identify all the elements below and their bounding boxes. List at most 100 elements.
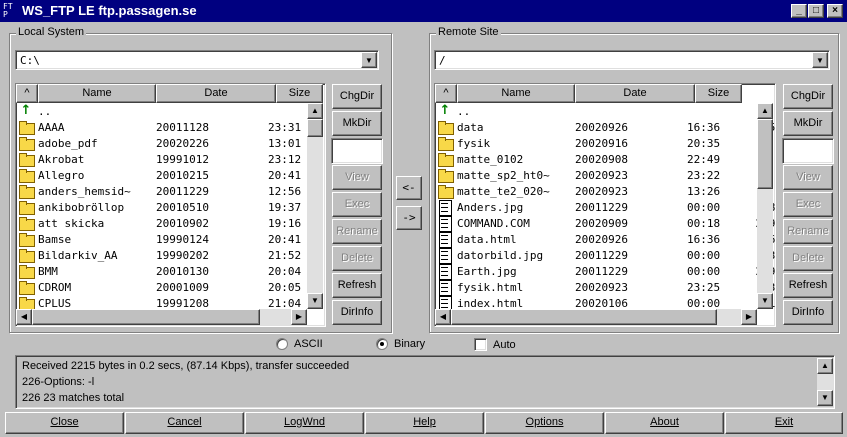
file-time: 20:35 [687,136,721,150]
exit-button[interactable]: Exit [725,412,843,434]
sort-indicator-icon[interactable]: ^ [435,84,457,103]
list-item[interactable]: att skicka 20010902 19:16 [18,215,325,231]
list-item[interactable]: ↑.. [18,103,325,119]
auto-checkbox-box[interactable] [474,338,487,351]
list-item[interactable]: matte_te2_020~ 20020923 13:26 [437,183,775,199]
list-item[interactable]: AAAA 20011128 23:31 [18,119,325,135]
local-dirinfo-button[interactable]: DirInfo [332,300,382,325]
scroll-up-icon[interactable]: ▲ [757,103,773,119]
local-view-button[interactable]: View [332,165,382,190]
close-button-label: Close [50,416,79,428]
remote-delete-button[interactable]: Delete [783,246,833,271]
local-col-size[interactable]: Size [276,84,323,103]
list-item[interactable]: fysik 20020916 20:35 [437,135,775,151]
remote-vscroll-thumb[interactable] [757,119,773,189]
list-item[interactable]: COMMAND.COM2002090900:182099 [437,215,775,232]
transfer-to-remote-button[interactable]: -> [396,206,422,230]
remote-rows: ↑..data2002092616:3651fysik2002091620:35… [437,103,775,312]
local-path-combo[interactable]: C:\ ▼ [15,50,379,70]
remote-col-date[interactable]: Date [575,84,695,103]
list-item[interactable]: CDROM 20001009 20:05 [18,279,325,295]
ascii-radio-circle[interactable] [276,338,288,350]
list-item[interactable]: datorbild.jpg2001122900:00137 [437,247,775,264]
local-filter-input[interactable] [331,138,383,164]
binary-radio[interactable]: Binary [376,338,425,350]
list-item[interactable]: data2002092616:3651 [437,119,775,135]
remote-dirinfo-button[interactable]: DirInfo [783,300,833,325]
list-item[interactable]: matte_sp2_ht0~ 20020923 23:22 [437,167,775,183]
ftp-app-icon[interactable]: FT P [3,3,19,19]
remote-hscroll-thumb[interactable] [451,309,717,325]
minimize-button[interactable]: _ [791,4,807,18]
list-item[interactable]: data.html2002092616:36662 [437,231,775,248]
close-window-button[interactable]: × [827,4,843,18]
sort-indicator-icon[interactable]: ^ [16,84,38,103]
list-item[interactable]: matte_0102 20020908 22:49 [437,151,775,167]
local-mkdir-button[interactable]: MkDir [332,111,382,136]
local-exec-button[interactable]: Exec [332,192,382,217]
list-item[interactable]: ankibobröllop 20010510 19:37 [18,199,325,215]
local-hscroll-thumb[interactable] [32,309,260,325]
scroll-down-icon[interactable]: ▼ [817,390,833,406]
remote-exec-button[interactable]: Exec [783,192,833,217]
remote-vscroll[interactable]: ▲ ▼ [757,103,773,309]
list-item[interactable]: BMM 20010130 20:04 [18,263,325,279]
remote-col-size[interactable]: Size [695,84,742,103]
about-button[interactable]: About [605,412,724,434]
scroll-up-icon[interactable]: ▲ [307,103,323,119]
local-delete-button[interactable]: Delete [332,246,382,271]
scroll-left-icon[interactable]: ◀ [435,309,451,325]
remote-mkdir-button[interactable]: MkDir [783,111,833,136]
list-item[interactable]: Bildarkiv_AA 19990202 21:52 [18,247,325,263]
local-vscroll[interactable]: ▲ ▼ [307,103,323,309]
maximize-button[interactable]: □ [808,4,824,18]
scroll-right-icon[interactable]: ▶ [741,309,757,325]
local-rename-button[interactable]: Rename [332,219,382,244]
list-item[interactable]: Earth.jpg2001122900:002698 [437,263,775,280]
file-name: fysik.html [457,280,524,294]
options-button[interactable]: Options [485,412,604,434]
list-item[interactable]: ↑.. [437,103,775,119]
local-chgdir-button[interactable]: ChgDir [332,84,382,109]
list-item[interactable]: Bamse 19990124 20:41 [18,231,325,247]
list-item[interactable]: Akrobat 19991012 23:12 [18,151,325,167]
scroll-down-icon[interactable]: ▼ [757,293,773,309]
remote-chgdir-button[interactable]: ChgDir [783,84,833,109]
help-button[interactable]: Help [365,412,484,434]
remote-filter-input[interactable] [782,138,834,164]
list-item[interactable]: Anders.jpg2001122900:00287 [437,199,775,216]
remote-col-name[interactable]: Name [457,84,575,103]
binary-radio-circle[interactable] [376,338,388,350]
list-item[interactable]: anders_hemsid~ 20011229 12:56 [18,183,325,199]
remote-hscroll[interactable]: ◀ ▶ [435,309,757,325]
scroll-down-icon[interactable]: ▼ [307,293,323,309]
chevron-down-icon[interactable]: ▼ [361,52,377,68]
local-file-list[interactable]: ^ Name Date Size ↑.. AAAA 20011128 23:31 ado… [15,83,326,327]
remote-rename-button[interactable]: Rename [783,219,833,244]
log-vscroll[interactable]: ▲ ▼ [817,358,833,406]
scroll-right-icon[interactable]: ▶ [291,309,307,325]
auto-checkbox[interactable]: Auto [474,338,516,351]
cancel-button[interactable]: Cancel [125,412,244,434]
transfer-to-local-button[interactable]: <- [396,176,422,200]
list-item[interactable]: fysik.html2002092323:25331 [437,279,775,296]
list-item[interactable]: adobe_pdf 20020226 13:01 [18,135,325,151]
local-col-date[interactable]: Date [156,84,276,103]
help-button-label: Help [413,416,436,428]
log-panel: Received 2215 bytes in 0.2 secs, (87.14 … [15,355,835,409]
close-button[interactable]: Close [5,412,124,434]
logwnd-button[interactable]: LogWnd [245,412,364,434]
remote-refresh-button[interactable]: Refresh [783,273,833,298]
remote-path-combo[interactable]: / ▼ [434,50,830,70]
local-col-name[interactable]: Name [38,84,156,103]
remote-view-button[interactable]: View [783,165,833,190]
scroll-left-icon[interactable]: ◀ [16,309,32,325]
local-refresh-button[interactable]: Refresh [332,273,382,298]
chevron-down-icon[interactable]: ▼ [812,52,828,68]
local-vscroll-thumb[interactable] [307,119,323,137]
list-item[interactable]: Allegro 20010215 20:41 [18,167,325,183]
local-hscroll[interactable]: ◀ ▶ [16,309,307,325]
remote-file-list[interactable]: ^ Name Date Size ↑..data2002092616:3651f… [434,83,776,327]
scroll-up-icon[interactable]: ▲ [817,358,833,374]
ascii-radio[interactable]: ASCII [276,338,323,350]
